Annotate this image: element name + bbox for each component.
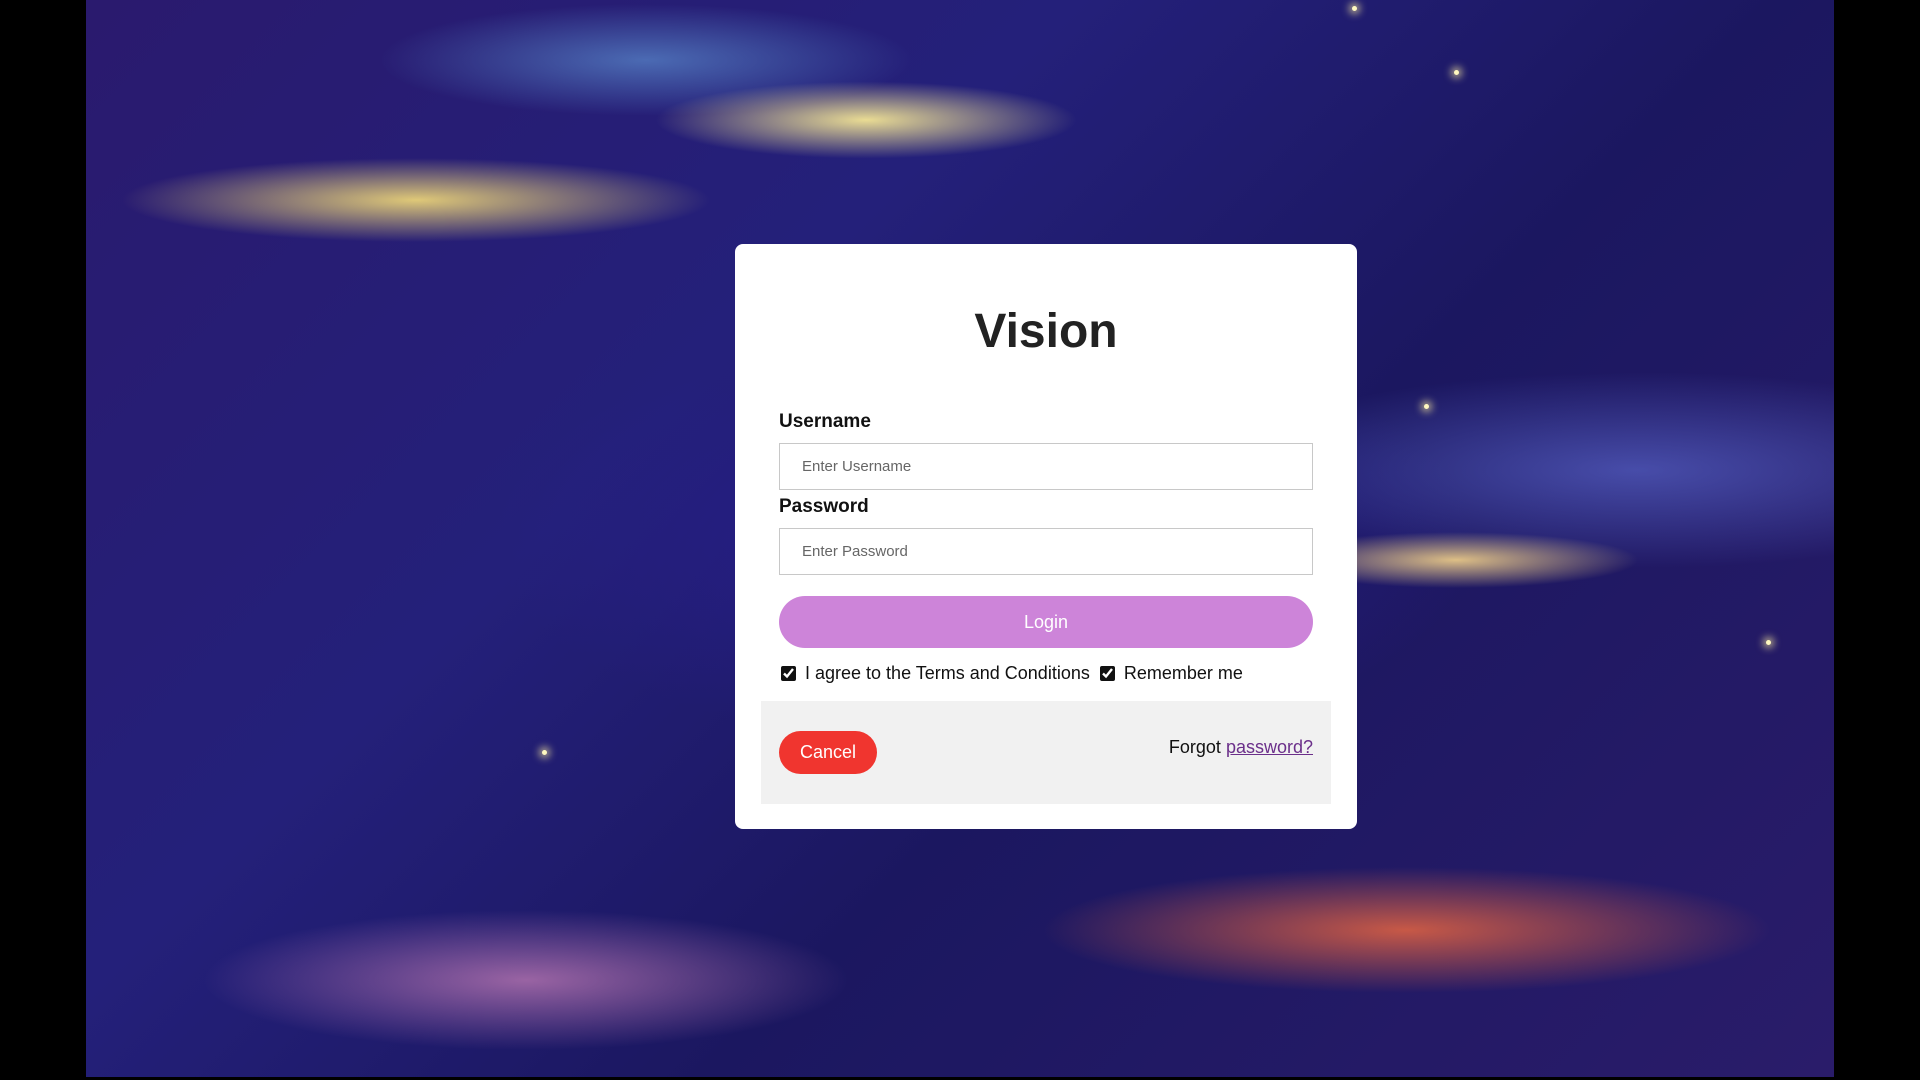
options-row: I agree to the Terms and Conditions Reme… <box>781 660 1253 686</box>
sparkle-decoration <box>542 750 547 755</box>
username-input[interactable] <box>779 443 1313 490</box>
remember-me-label[interactable]: Remember me <box>1124 663 1243 684</box>
cancel-button[interactable]: Cancel <box>779 731 877 774</box>
forgot-prefix: Forgot <box>1168 737 1221 757</box>
password-label: Password <box>779 496 869 517</box>
username-label: Username <box>779 411 871 432</box>
terms-label[interactable]: I agree to the Terms and Conditions <box>805 663 1090 684</box>
remember-me-checkbox[interactable] <box>1099 665 1115 681</box>
sparkle-decoration <box>1352 6 1357 11</box>
form-footer: Cancel Forgot password? <box>761 701 1331 804</box>
terms-checkbox[interactable] <box>781 665 796 681</box>
forgot-password-text: Forgot password? <box>1169 737 1313 758</box>
sparkle-decoration <box>1424 404 1429 409</box>
sparkle-decoration <box>1454 70 1459 75</box>
app-title: Vision <box>974 305 1118 358</box>
forgot-password-link[interactable]: password? <box>1226 737 1313 757</box>
login-button[interactable]: Login <box>779 596 1313 648</box>
password-input[interactable] <box>779 528 1313 575</box>
login-card: Vision Username Password Login I agree t… <box>735 244 1357 829</box>
background-wallpaper: Vision Username Password Login I agree t… <box>86 0 1834 1077</box>
sparkle-decoration <box>1766 640 1771 645</box>
